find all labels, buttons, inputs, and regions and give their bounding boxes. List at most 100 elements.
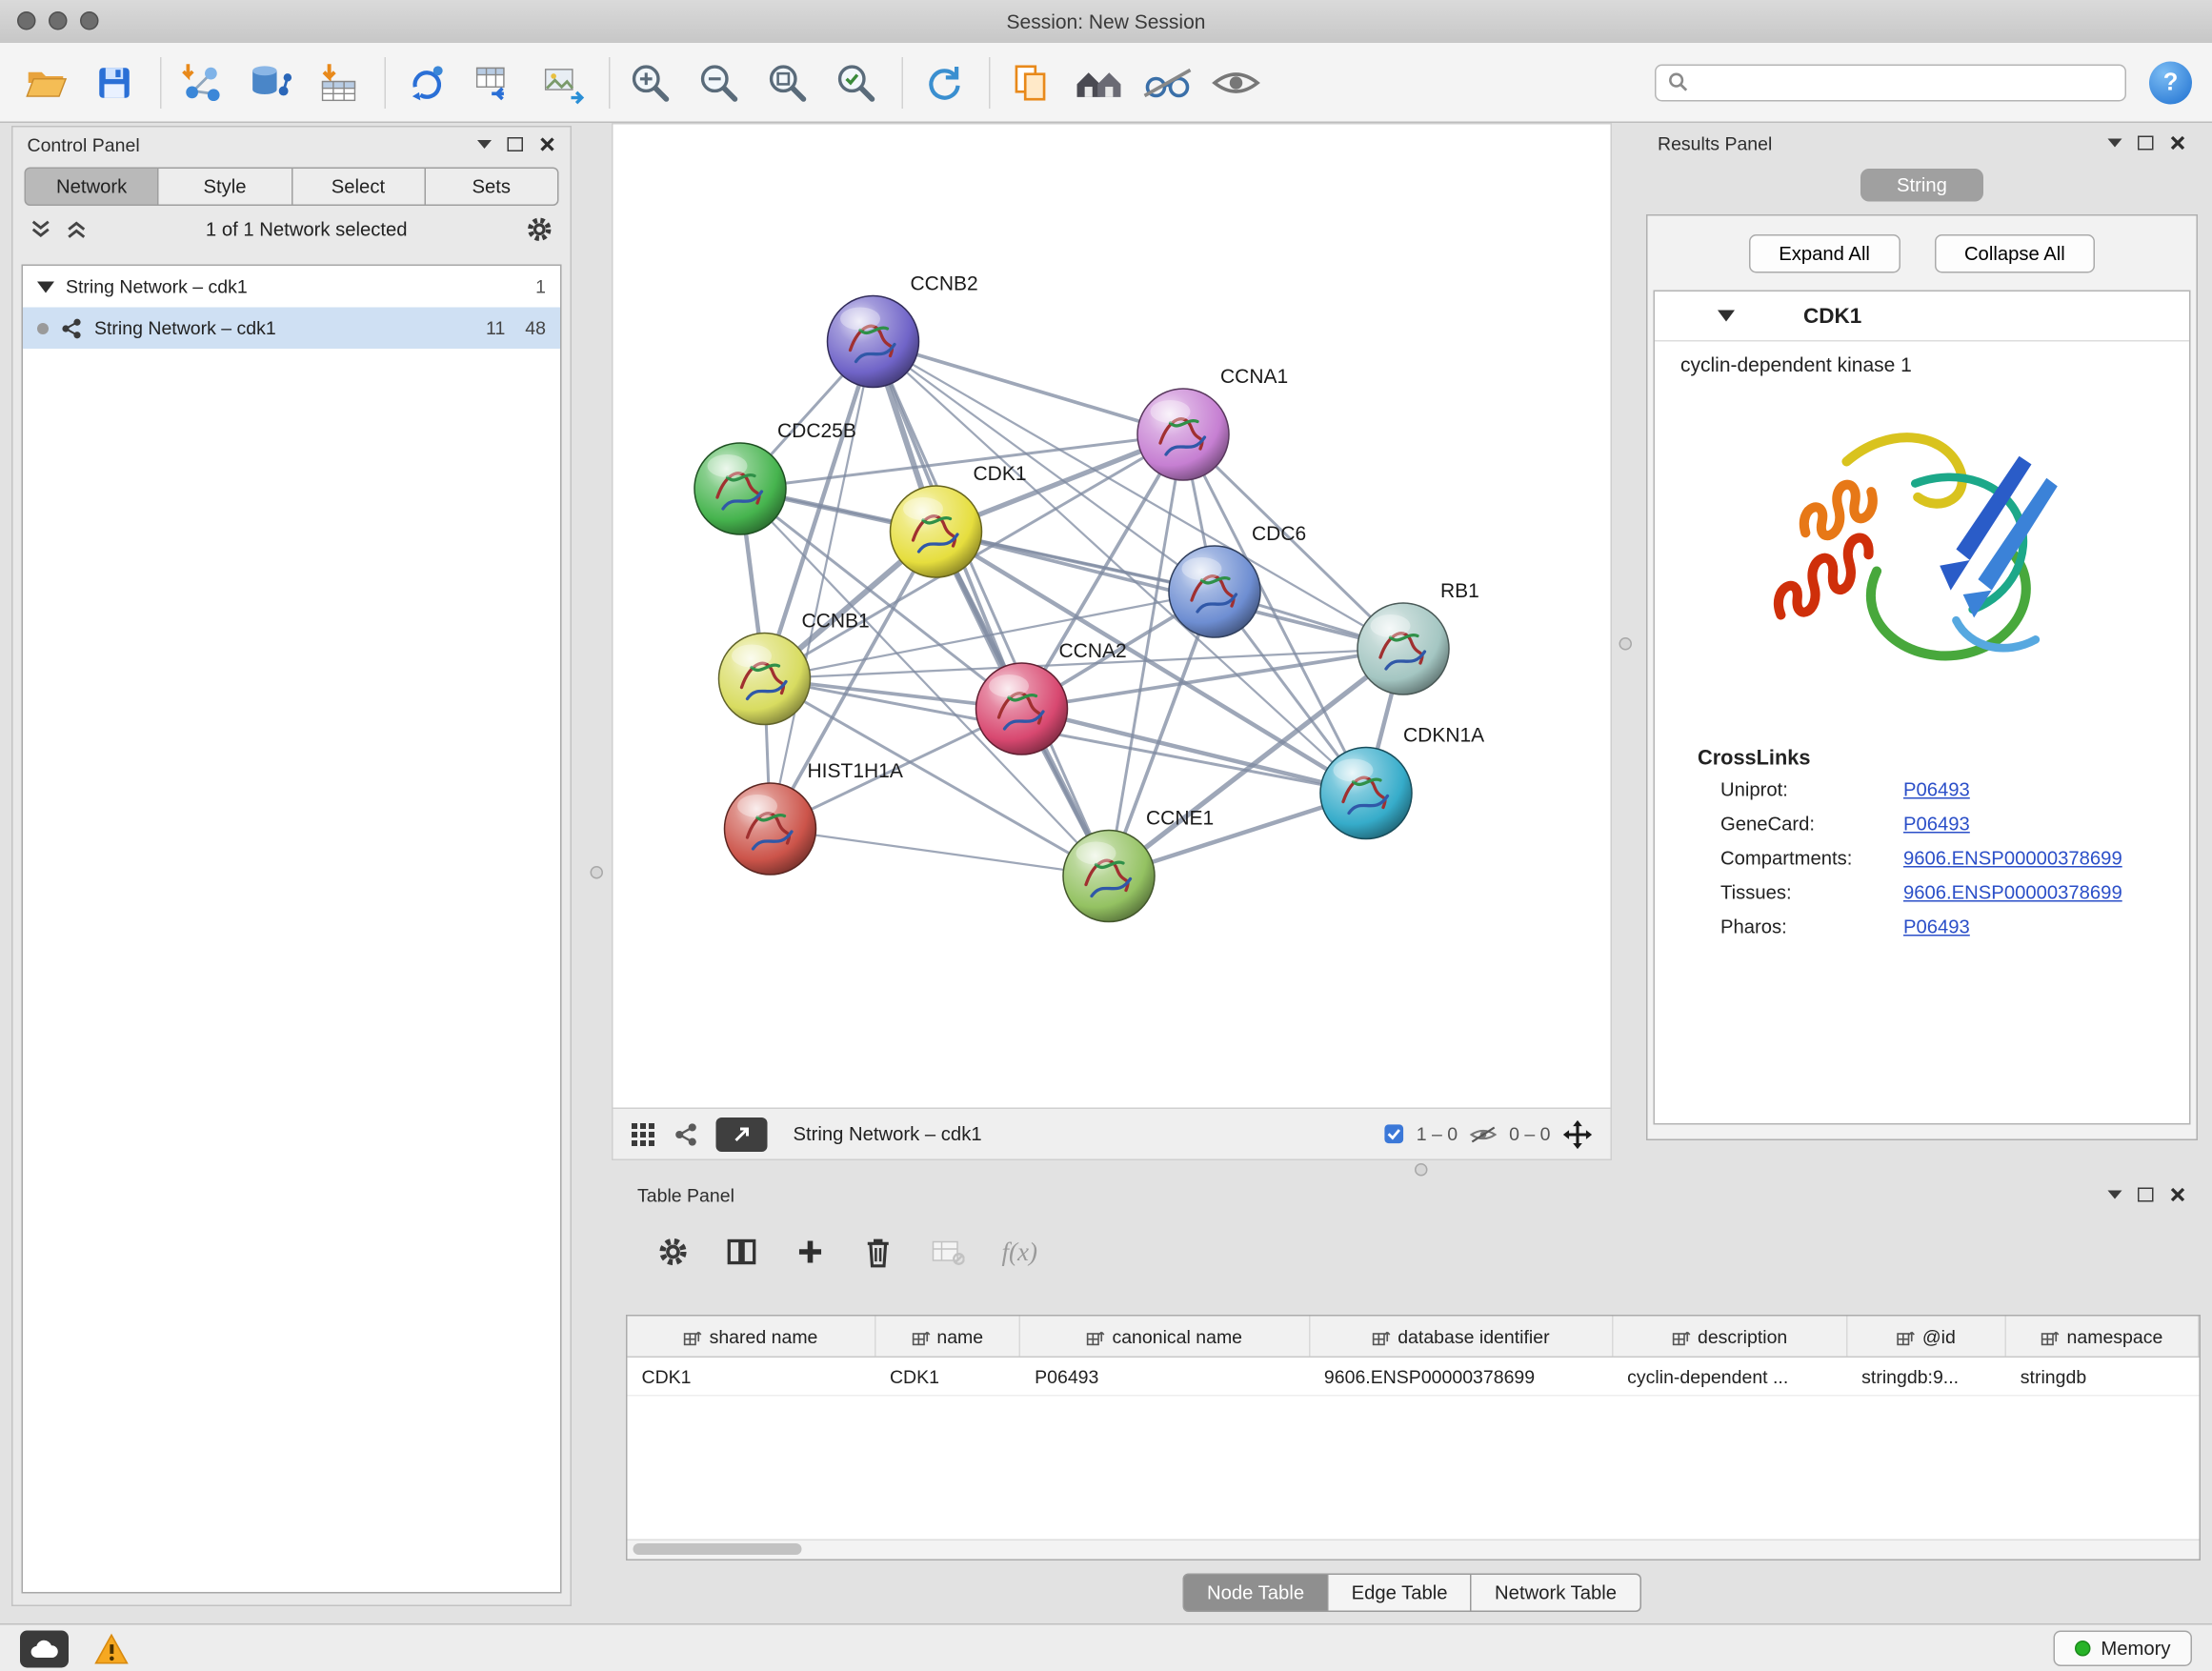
tab-string[interactable]: String bbox=[1860, 169, 1983, 202]
close-window-button[interactable] bbox=[17, 11, 36, 30]
zoom-window-button[interactable] bbox=[80, 11, 99, 30]
show-columns-icon[interactable] bbox=[726, 1237, 757, 1268]
memory-button[interactable]: Memory bbox=[2054, 1631, 2192, 1667]
warning-icon[interactable] bbox=[94, 1633, 129, 1664]
graph-node-CDC6[interactable] bbox=[1169, 546, 1260, 637]
horizontal-scrollbar[interactable] bbox=[628, 1540, 2200, 1560]
open-session-button[interactable] bbox=[20, 56, 71, 108]
graph-edge-CCNB2-HIST1H1A[interactable] bbox=[771, 342, 874, 830]
graph-node-CDKN1A[interactable] bbox=[1320, 748, 1412, 839]
export-image-button[interactable] bbox=[537, 56, 589, 108]
save-session-button[interactable] bbox=[89, 56, 140, 108]
pan-move-icon[interactable] bbox=[1562, 1118, 1594, 1150]
selected-checkbox-icon[interactable] bbox=[1383, 1123, 1405, 1145]
column-header-namespace[interactable]: namespace bbox=[2006, 1317, 2200, 1357]
graph-edge-CCNB2-CCNE1[interactable] bbox=[874, 342, 1110, 876]
search-input[interactable] bbox=[1698, 70, 2114, 95]
import-network-button[interactable] bbox=[176, 56, 228, 108]
tab-node-table[interactable]: Node Table bbox=[1182, 1574, 1328, 1613]
hide-details-button[interactable] bbox=[1142, 56, 1194, 108]
gear-icon[interactable] bbox=[657, 1237, 689, 1268]
hidden-eye-slash-icon[interactable] bbox=[1469, 1124, 1498, 1144]
panel-float-icon[interactable] bbox=[2138, 1188, 2154, 1202]
table-row[interactable]: CDK1 CDK1 P06493 9606.ENSP00000378699 cy… bbox=[628, 1358, 2200, 1397]
bottom-splitter-handle[interactable] bbox=[1415, 1163, 1428, 1177]
tab-edge-table[interactable]: Edge Table bbox=[1329, 1574, 1472, 1613]
collapse-all-icon[interactable] bbox=[30, 218, 52, 240]
graph-node-CCNA2[interactable] bbox=[976, 663, 1068, 755]
tab-select[interactable]: Select bbox=[292, 168, 426, 207]
apply-layout-button[interactable] bbox=[917, 56, 969, 108]
gene-section-header[interactable]: CDK1 bbox=[1655, 292, 2189, 342]
graph-edge-HIST1H1A-CCNE1[interactable] bbox=[771, 829, 1110, 876]
crosslink-pharos-link[interactable]: P06493 bbox=[1903, 916, 1970, 938]
show-graphics-details-button[interactable] bbox=[1211, 56, 1262, 108]
crosslink-row: GeneCard: P06493 bbox=[1720, 814, 2189, 836]
graph-node-CCNE1[interactable] bbox=[1063, 831, 1155, 922]
left-splitter-handle[interactable] bbox=[591, 866, 604, 879]
panel-float-icon[interactable] bbox=[508, 137, 524, 151]
zoom-selected-button[interactable] bbox=[831, 56, 882, 108]
disclosure-triangle-icon[interactable] bbox=[1718, 311, 1735, 322]
column-header-description[interactable]: description bbox=[1613, 1317, 1847, 1357]
panel-close-icon[interactable] bbox=[2169, 1186, 2186, 1203]
delete-column-icon[interactable] bbox=[863, 1236, 894, 1269]
crosslink-genecard-link[interactable]: P06493 bbox=[1903, 814, 1970, 836]
column-header-database-identifier[interactable]: database identifier bbox=[1310, 1317, 1613, 1357]
panel-menu-icon[interactable] bbox=[2108, 139, 2122, 148]
zoom-out-button[interactable] bbox=[694, 56, 745, 108]
network-row[interactable]: String Network – cdk1 11 48 bbox=[23, 308, 560, 350]
grid-view-icon[interactable] bbox=[631, 1121, 656, 1147]
right-splitter-handle[interactable] bbox=[1619, 637, 1633, 651]
import-network-from-database-button[interactable] bbox=[245, 56, 296, 108]
panel-menu-icon[interactable] bbox=[477, 140, 492, 149]
panel-close-icon[interactable] bbox=[2169, 134, 2186, 151]
zoom-in-button[interactable] bbox=[625, 56, 676, 108]
birds-eye-view-button[interactable] bbox=[716, 1117, 768, 1151]
function-builder-button[interactable]: f(x) bbox=[1002, 1237, 1037, 1267]
network-collection-row[interactable]: String Network – cdk1 1 bbox=[23, 266, 560, 308]
graph-edge-CCNA2-CDKN1A[interactable] bbox=[1022, 709, 1367, 794]
collapse-all-button[interactable]: Collapse All bbox=[1934, 234, 2095, 273]
expand-all-button[interactable]: Expand All bbox=[1749, 234, 1900, 273]
panel-close-icon[interactable] bbox=[539, 136, 556, 153]
help-button[interactable]: ? bbox=[2149, 61, 2192, 104]
cloud-button[interactable] bbox=[20, 1630, 69, 1667]
graph-node-CCNB1[interactable] bbox=[719, 634, 811, 725]
scrollbar-thumb[interactable] bbox=[633, 1543, 802, 1555]
crosslink-compartments-link[interactable]: 9606.ENSP00000378699 bbox=[1903, 848, 2122, 870]
graph-node-CCNA1[interactable] bbox=[1137, 389, 1229, 480]
tab-network-table[interactable]: Network Table bbox=[1472, 1574, 1640, 1613]
network-graph[interactable]: CCNB2CCNA1CDC25BCDK1CDC6RB1CCNB1CCNA2CDK… bbox=[613, 125, 1611, 1108]
import-table-button[interactable] bbox=[313, 56, 365, 108]
graph-edge-CCNB2-CCNA1[interactable] bbox=[874, 342, 1184, 435]
export-table-button[interactable] bbox=[469, 56, 520, 108]
zoom-fit-button[interactable] bbox=[762, 56, 814, 108]
gear-icon[interactable] bbox=[526, 215, 553, 243]
crosslink-uniprot-link[interactable]: P06493 bbox=[1903, 779, 1970, 801]
expand-all-icon[interactable] bbox=[66, 218, 88, 240]
tab-style[interactable]: Style bbox=[159, 168, 292, 207]
panel-menu-icon[interactable] bbox=[2108, 1191, 2122, 1199]
tab-sets[interactable]: Sets bbox=[426, 168, 559, 207]
graph-node-RB1[interactable] bbox=[1357, 603, 1449, 695]
tab-network[interactable]: Network bbox=[25, 168, 159, 207]
crosslink-tissues-link[interactable]: 9606.ENSP00000378699 bbox=[1903, 882, 2122, 904]
minimize-window-button[interactable] bbox=[49, 11, 68, 30]
disclosure-triangle-icon[interactable] bbox=[37, 281, 54, 292]
column-header-name[interactable]: name bbox=[875, 1317, 1020, 1357]
panel-float-icon[interactable] bbox=[2138, 136, 2154, 151]
graph-node-CDC25B[interactable] bbox=[694, 443, 786, 534]
network-canvas[interactable]: CCNB2CCNA1CDC25BCDK1CDC6RB1CCNB1CCNA2CDK… bbox=[612, 123, 1612, 1109]
home-pages-button[interactable] bbox=[1074, 56, 1125, 108]
graph-node-CCNB2[interactable] bbox=[828, 296, 919, 388]
share-network-icon[interactable] bbox=[674, 1121, 699, 1147]
column-header-shared-name[interactable]: shared name bbox=[628, 1317, 876, 1357]
graph-node-HIST1H1A[interactable] bbox=[725, 783, 816, 875]
add-column-icon[interactable] bbox=[794, 1237, 826, 1268]
graph-node-CDK1[interactable] bbox=[891, 486, 982, 577]
copy-document-button[interactable] bbox=[1005, 56, 1056, 108]
column-header-id[interactable]: @id bbox=[1847, 1317, 2005, 1357]
new-network-from-selection-button[interactable] bbox=[400, 56, 452, 108]
column-header-canonical-name[interactable]: canonical name bbox=[1020, 1317, 1310, 1357]
